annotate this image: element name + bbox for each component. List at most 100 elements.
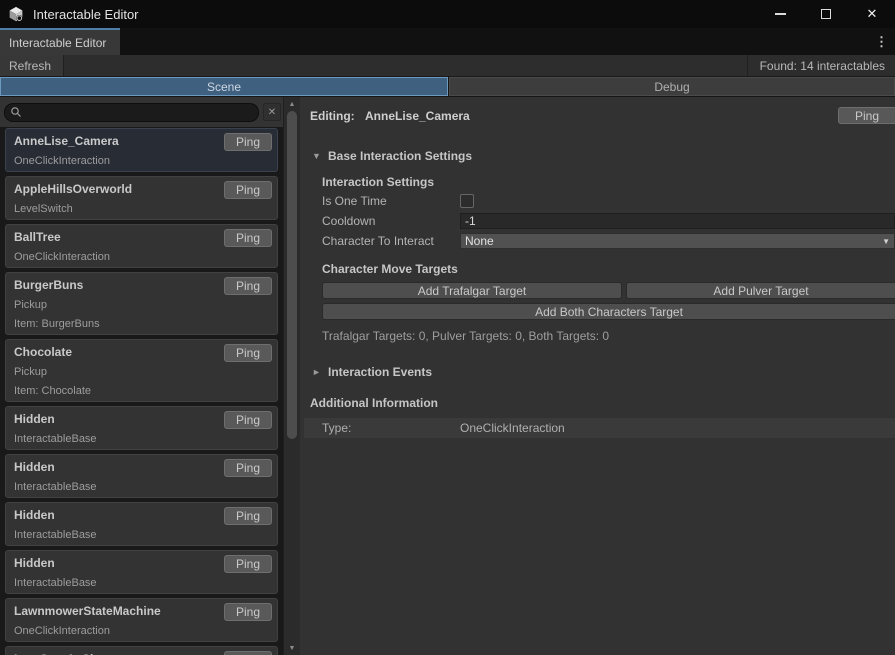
character-to-interact-row: Character To Interact None ▼ (322, 233, 895, 249)
dropdown-arrow-icon: ▼ (882, 237, 890, 246)
ping-button[interactable]: Ping (224, 277, 272, 295)
list-item-subtitle: OneClickInteraction (14, 251, 269, 263)
base-settings-body: Interaction Settings Is One Time Cooldow… (322, 175, 895, 343)
refresh-button[interactable]: Refresh (0, 55, 64, 76)
list-item-sublines: InteractableBase (14, 577, 269, 589)
clear-icon: ✕ (268, 107, 276, 118)
close-icon: ✕ (867, 6, 878, 22)
list-item-subtitle: Item: Chocolate (14, 385, 269, 397)
tab-interactable-editor[interactable]: Interactable Editor (0, 28, 120, 55)
ping-button[interactable]: Ping (224, 459, 272, 477)
minimize-button[interactable] (757, 0, 803, 28)
mode-tab-bar: Scene Debug (0, 77, 895, 97)
add-pulver-target-button[interactable]: Add Pulver Target (626, 282, 895, 299)
list-item-sublines: InteractableBase (14, 529, 269, 541)
list-item[interactable]: Hidden InteractableBase Ping (5, 406, 278, 450)
scene-list-panel: ✕ AnneLise_Camera OneClickInteraction Pi… (0, 97, 283, 655)
tab-debug[interactable]: Debug (449, 77, 895, 96)
list-item-subtitle: OneClickInteraction (14, 625, 269, 637)
unity-cube-icon (7, 5, 25, 23)
ping-button[interactable]: Ping (224, 344, 272, 362)
scrollbar-thumb[interactable] (287, 111, 297, 439)
found-count-label: Found: 14 interactables (747, 55, 895, 76)
ping-button[interactable]: Ping (224, 181, 272, 199)
list-item-subtitle: InteractableBase (14, 529, 269, 541)
ping-button[interactable]: Ping (224, 229, 272, 247)
minimize-icon (775, 13, 786, 15)
list-item-sublines: InteractableBase (14, 433, 269, 445)
add-both-characters-target-button[interactable]: Add Both Characters Target (322, 303, 895, 320)
list-item[interactable]: AnneLise_Camera OneClickInteraction Ping (5, 128, 278, 172)
ping-button[interactable]: Ping (224, 133, 272, 151)
list-item[interactable]: Hidden InteractableBase Ping (5, 550, 278, 594)
list-scrollbar[interactable]: ▲ ▼ (283, 97, 300, 655)
list-item[interactable]: Chocolate PickupItem: Chocolate Ping (5, 339, 278, 402)
foldout-open-icon: ▼ (312, 151, 321, 161)
character-to-interact-label: Character To Interact (322, 234, 460, 248)
editor-panel: Editing: AnneLise_Camera Ping ▼ Base Int… (300, 97, 895, 655)
doc-tab-label: Interactable Editor (9, 36, 106, 50)
search-row: ✕ (0, 97, 283, 127)
list-item-subtitle: InteractableBase (14, 481, 269, 493)
character-to-interact-dropdown[interactable]: None ▼ (460, 233, 895, 249)
list-item[interactable]: BurgerBuns PickupItem: BurgerBuns Ping (5, 272, 278, 335)
list-item-sublines: PickupItem: BurgerBuns (14, 299, 269, 330)
list-item-subtitle: InteractableBase (14, 577, 269, 589)
interaction-events-foldout[interactable]: ► Interaction Events (312, 365, 895, 379)
cooldown-field[interactable]: -1 (460, 213, 895, 229)
list-item[interactable]: Hidden InteractableBase Ping (5, 454, 278, 498)
base-foldout-label: Base Interaction Settings (328, 149, 472, 163)
cooldown-row: Cooldown -1 (322, 213, 895, 229)
maximize-button[interactable] (803, 0, 849, 28)
type-value: OneClickInteraction (460, 421, 565, 435)
ping-button[interactable]: Ping (224, 603, 272, 621)
list-item-sublines: OneClickInteraction (14, 155, 269, 167)
editing-ping-button[interactable]: Ping (838, 107, 895, 124)
scroll-down-arrow-icon[interactable]: ▼ (284, 641, 300, 655)
window-title: Interactable Editor (33, 7, 139, 22)
toolbar: Refresh Found: 14 interactables (0, 55, 895, 77)
add-target-button-row: Add Trafalgar Target Add Pulver Target (322, 282, 895, 299)
title-bar: Interactable Editor ✕ (0, 0, 895, 28)
editing-value: AnneLise_Camera (365, 109, 470, 123)
tab-scene[interactable]: Scene (0, 77, 448, 96)
ping-button[interactable]: Ping (224, 555, 272, 573)
list-item[interactable]: AppleHillsOverworld LevelSwitch Ping (5, 176, 278, 220)
targets-summary: Trafalgar Targets: 0, Pulver Targets: 0,… (322, 329, 895, 343)
list-item-sublines: OneClickInteraction (14, 625, 269, 637)
close-button[interactable]: ✕ (849, 0, 895, 28)
search-clear-button[interactable]: ✕ (263, 103, 281, 121)
ping-button[interactable]: Ping (224, 651, 272, 655)
foldout-closed-icon: ► (312, 367, 321, 377)
list-item-sublines: InteractableBase (14, 481, 269, 493)
list-item-subtitle: LevelSwitch (14, 203, 269, 215)
interaction-settings-header: Interaction Settings (322, 175, 895, 189)
list-item[interactable]: LawnmowerStateMachine OneClickInteractio… (5, 598, 278, 642)
add-trafalgar-target-button[interactable]: Add Trafalgar Target (322, 282, 622, 299)
is-one-time-row: Is One Time (322, 193, 895, 209)
window-menu-button[interactable]: ⋮ (868, 28, 895, 55)
ping-button[interactable]: Ping (224, 411, 272, 429)
ping-button[interactable]: Ping (224, 507, 272, 525)
main-content: ✕ AnneLise_Camera OneClickInteraction Pi… (0, 97, 895, 655)
list-item[interactable]: LureSpotA_Slot Ping (5, 646, 278, 655)
is-one-time-checkbox[interactable] (460, 194, 474, 208)
is-one-time-label: Is One Time (322, 194, 460, 208)
search-input[interactable] (4, 103, 259, 122)
kebab-menu-icon: ⋮ (875, 34, 888, 50)
list-item[interactable]: Hidden InteractableBase Ping (5, 502, 278, 546)
list-item-subtitle: Pickup (14, 299, 269, 311)
interactable-list: AnneLise_Camera OneClickInteraction Ping… (0, 127, 283, 655)
list-item[interactable]: BallTree OneClickInteraction Ping (5, 224, 278, 268)
maximize-icon (821, 9, 831, 19)
dropdown-value: None (465, 234, 494, 248)
toolbar-spacer (64, 55, 747, 76)
character-move-targets-header: Character Move Targets (322, 262, 895, 276)
type-row: Type: OneClickInteraction (304, 418, 895, 438)
base-interaction-settings-foldout[interactable]: ▼ Base Interaction Settings (312, 149, 895, 163)
editing-label: Editing: (310, 109, 365, 123)
list-item-sublines: LevelSwitch (14, 203, 269, 215)
list-item-subtitle: InteractableBase (14, 433, 269, 445)
cooldown-label: Cooldown (322, 214, 460, 228)
scroll-up-arrow-icon[interactable]: ▲ (284, 97, 300, 111)
